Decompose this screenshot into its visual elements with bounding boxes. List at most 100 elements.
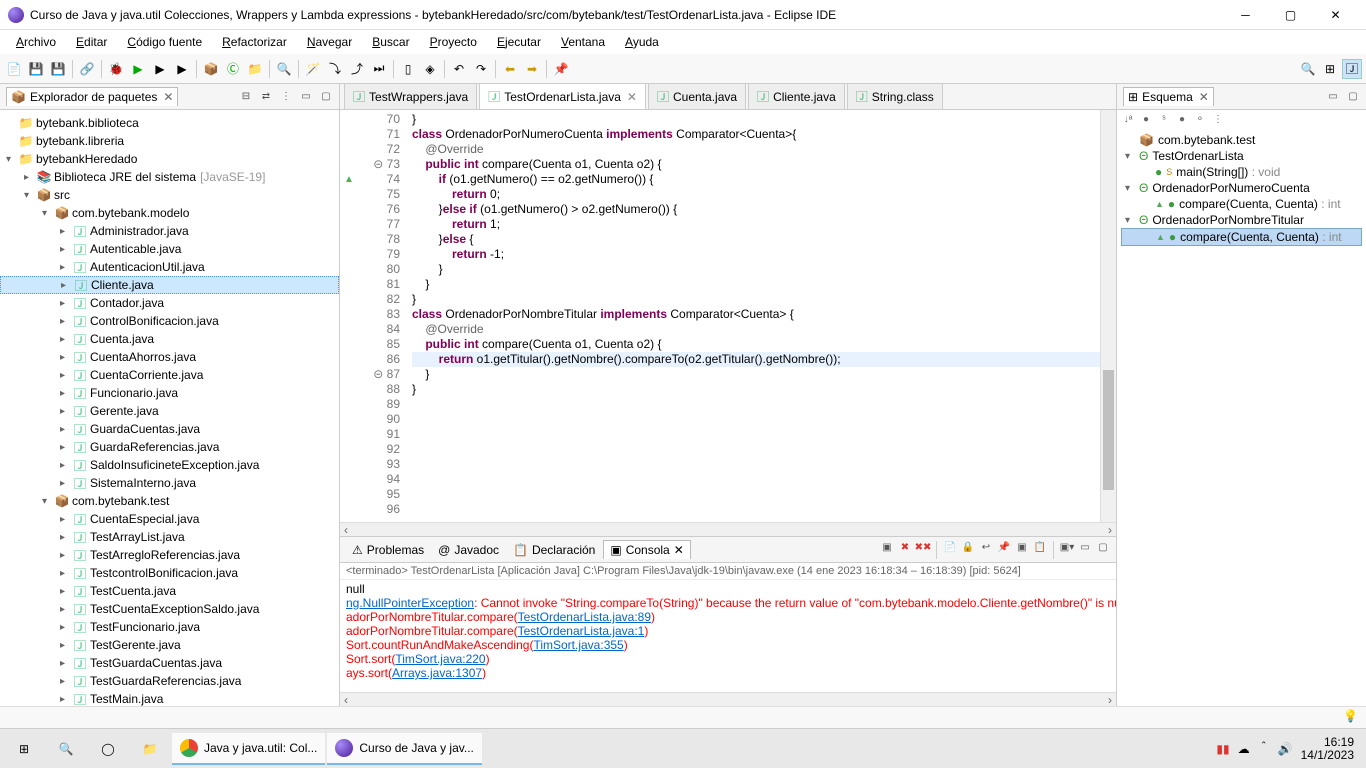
expand-arrow-icon[interactable]: ▸ bbox=[60, 568, 72, 579]
save-all-icon[interactable]: 💾 bbox=[48, 59, 68, 79]
outline-item[interactable]: ●Smain(String[]) : void bbox=[1121, 164, 1362, 180]
expand-arrow-icon[interactable]: ▸ bbox=[60, 406, 72, 417]
menu-refactorizar[interactable]: Refactorizar bbox=[214, 33, 295, 51]
outline-item[interactable]: ▾ΘOrdenadorPorNombreTitular bbox=[1121, 212, 1362, 228]
menu-ventana[interactable]: Ventana bbox=[553, 33, 613, 51]
expand-arrow-icon[interactable]: ▸ bbox=[60, 424, 72, 435]
wand-icon[interactable]: 🪄 bbox=[303, 59, 323, 79]
collapse-all-icon[interactable]: ⊟ bbox=[239, 90, 253, 104]
tree-item[interactable]: ▸🄹Contador.java bbox=[0, 294, 339, 312]
explorer-tree[interactable]: 📁bytebank.biblioteca📁bytebank.libreria▾📁… bbox=[0, 110, 339, 706]
expand-arrow-icon[interactable]: ▸ bbox=[60, 244, 72, 255]
prev-annotation-icon[interactable]: ↶ bbox=[449, 59, 469, 79]
expand-arrow-icon[interactable]: ▸ bbox=[60, 586, 72, 597]
tree-item[interactable]: ▾📁bytebankHeredado bbox=[0, 150, 339, 168]
console-scrollbar[interactable]: ‹› bbox=[340, 692, 1116, 706]
remove-all-icon[interactable]: ✖✖ bbox=[916, 541, 930, 555]
maximize-button[interactable]: ▢ bbox=[1268, 1, 1313, 29]
perspective-icon[interactable]: ⊞ bbox=[1320, 59, 1340, 79]
expand-arrow-icon[interactable]: ▸ bbox=[60, 622, 72, 633]
tree-item[interactable]: ▸🄹Administrador.java bbox=[0, 222, 339, 240]
view-menu-icon[interactable]: ⋮ bbox=[1211, 112, 1225, 126]
pin-icon[interactable]: 📌 bbox=[551, 59, 571, 79]
tip-icon[interactable]: 💡 bbox=[1343, 709, 1358, 723]
tree-item[interactable]: ▸🄹TestArregloReferencias.java bbox=[0, 546, 339, 564]
mark-icon[interactable]: ◈ bbox=[420, 59, 440, 79]
tree-item[interactable]: ▸🄹TestMain.java bbox=[0, 690, 339, 706]
tray-onedrive-icon[interactable]: ☁ bbox=[1238, 742, 1250, 756]
file-explorer-button[interactable]: 📁 bbox=[130, 733, 170, 765]
outline-item[interactable]: 📦com.bytebank.test bbox=[1121, 132, 1362, 148]
outline-tree[interactable]: 📦com.bytebank.test▾ΘTestOrdenarLista●Sma… bbox=[1117, 128, 1366, 706]
tree-item[interactable]: ▾📦com.bytebank.modelo bbox=[0, 204, 339, 222]
new-console-icon[interactable]: ▣▾ bbox=[1060, 541, 1074, 555]
maximize-view-icon[interactable]: ▢ bbox=[319, 90, 333, 104]
tree-item[interactable]: 📁bytebank.libreria bbox=[0, 132, 339, 150]
new-folder-icon[interactable]: 📁 bbox=[245, 59, 265, 79]
tree-item[interactable]: ▸🄹Funcionario.java bbox=[0, 384, 339, 402]
tree-item[interactable]: 📁bytebank.biblioteca bbox=[0, 114, 339, 132]
expand-arrow-icon[interactable]: ▾ bbox=[1125, 183, 1135, 194]
bottom-tab-consola[interactable]: ▣Consola✕ bbox=[603, 540, 690, 559]
expand-arrow-icon[interactable]: ▾ bbox=[1125, 151, 1135, 162]
tree-item[interactable]: ▸🄹TestArrayList.java bbox=[0, 528, 339, 546]
outline-tab[interactable]: ⊞ Esquema ✕ bbox=[1123, 87, 1214, 106]
forward-icon[interactable]: ➡ bbox=[522, 59, 542, 79]
display-console-icon[interactable]: ▣ bbox=[1015, 541, 1029, 555]
back-icon[interactable]: ⬅ bbox=[500, 59, 520, 79]
editor-tab[interactable]: 🄹Cuenta.java bbox=[648, 84, 746, 109]
expand-arrow-icon[interactable]: ▸ bbox=[60, 262, 72, 273]
expand-arrow-icon[interactable]: ▸ bbox=[60, 352, 72, 363]
tree-item[interactable]: ▸🄹SistemaInterno.java bbox=[0, 474, 339, 492]
new-class-icon[interactable]: Ⓒ bbox=[223, 59, 243, 79]
horizontal-scrollbar[interactable]: ‹› bbox=[340, 522, 1116, 536]
pin-console-icon[interactable]: 📌 bbox=[997, 541, 1011, 555]
code-editor[interactable]: ▲ 707172⊝ 7374757677787980818283848586⊝ … bbox=[340, 110, 1116, 522]
outline-item[interactable]: ▾ΘOrdenadorPorNumeroCuenta bbox=[1121, 180, 1362, 196]
editor-tab[interactable]: 🄹TestOrdenarLista.java✕ bbox=[479, 84, 646, 109]
close-icon[interactable]: ✕ bbox=[627, 90, 637, 104]
system-clock[interactable]: 16:19 14/1/2023 bbox=[1301, 736, 1354, 762]
terminate-icon[interactable]: ▣ bbox=[880, 541, 894, 555]
search-button[interactable]: 🔍 bbox=[46, 733, 86, 765]
tree-item[interactable]: ▸🄹CuentaAhorros.java bbox=[0, 348, 339, 366]
expand-arrow-icon[interactable]: ▸ bbox=[60, 514, 72, 525]
new-icon[interactable]: 📄 bbox=[4, 59, 24, 79]
close-button[interactable]: ✕ bbox=[1313, 1, 1358, 29]
editor-tab[interactable]: 🄹TestWrappers.java bbox=[344, 84, 477, 109]
quick-access-icon[interactable]: 🔍 bbox=[1298, 59, 1318, 79]
tree-item[interactable]: ▸🄹Cliente.java bbox=[0, 276, 339, 294]
step-out-icon[interactable]: ⤴ bbox=[347, 59, 367, 79]
tree-item[interactable]: ▾📦src bbox=[0, 186, 339, 204]
expand-arrow-icon[interactable]: ▸ bbox=[61, 280, 73, 291]
expand-arrow-icon[interactable]: ▸ bbox=[60, 334, 72, 345]
new-package-icon[interactable]: 📦 bbox=[201, 59, 221, 79]
tree-item[interactable]: ▸🄹TestGuardaReferencias.java bbox=[0, 672, 339, 690]
stack-trace-link[interactable]: Arrays.java:1307 bbox=[392, 666, 482, 680]
tree-item[interactable]: ▸🄹AutenticacionUtil.java bbox=[0, 258, 339, 276]
minimize-view-icon[interactable]: ▭ bbox=[299, 90, 313, 104]
tray-chevron-icon[interactable]: ＾ bbox=[1258, 740, 1270, 757]
debug-icon[interactable]: 🐞 bbox=[106, 59, 126, 79]
expand-arrow-icon[interactable]: ▸ bbox=[60, 532, 72, 543]
menu-editar[interactable]: Editar bbox=[68, 33, 115, 51]
tree-item[interactable]: ▸🄹Cuenta.java bbox=[0, 330, 339, 348]
coverage-icon[interactable]: ▶ bbox=[150, 59, 170, 79]
copilot-button[interactable]: ◯ bbox=[88, 733, 128, 765]
run-last-icon[interactable]: ▶ bbox=[172, 59, 192, 79]
expand-arrow-icon[interactable]: ▸ bbox=[60, 316, 72, 327]
editor-tab[interactable]: 🄹String.class bbox=[847, 84, 943, 109]
tree-item[interactable]: ▸🄹GuardaReferencias.java bbox=[0, 438, 339, 456]
package-explorer-tab[interactable]: 📦 Explorador de paquetes ✕ bbox=[6, 87, 178, 106]
expand-arrow-icon[interactable]: ▸ bbox=[60, 478, 72, 489]
expand-arrow-icon[interactable]: ▸ bbox=[60, 370, 72, 381]
outline-item[interactable]: ▲●compare(Cuenta, Cuenta) : int bbox=[1121, 228, 1362, 246]
expand-arrow-icon[interactable]: ▾ bbox=[42, 208, 54, 219]
expand-arrow-icon[interactable]: ▸ bbox=[60, 226, 72, 237]
cursor-icon[interactable]: ▯ bbox=[398, 59, 418, 79]
chrome-task[interactable]: Java y java.util: Col... bbox=[172, 733, 325, 765]
stack-trace-link[interactable]: TimSort.java:220 bbox=[395, 652, 485, 666]
tree-item[interactable]: ▸🄹CuentaCorriente.java bbox=[0, 366, 339, 384]
sort-icon[interactable]: ↓ᵃ bbox=[1121, 112, 1135, 126]
tree-item[interactable]: ▸🄹Gerente.java bbox=[0, 402, 339, 420]
